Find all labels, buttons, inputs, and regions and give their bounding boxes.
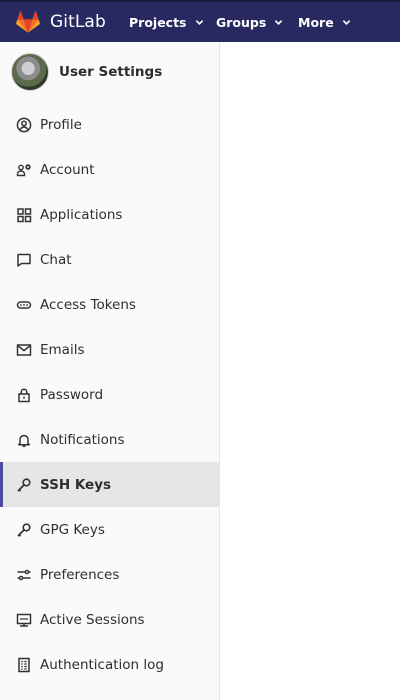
sidebar-item-label: Account [40,161,95,178]
sidebar-item-label: Profile [40,116,82,133]
settings-sidebar: User Settings Profile Account Applicatio… [0,42,220,700]
gpg-key-icon [16,522,32,538]
sidebar-item-emails[interactable]: Emails [0,327,219,372]
sidebar-title: User Settings [59,64,163,80]
brand-name: GitLab [50,12,106,32]
preferences-icon [16,567,32,583]
groups-label: Groups [216,14,267,30]
sidebar-item-ssh-keys[interactable]: SSH Keys [0,462,219,507]
sidebar-item-access-tokens[interactable]: Access Tokens [0,282,219,327]
sidebar-item-label: Active Sessions [40,611,145,628]
profile-icon [16,117,32,133]
ssh-key-icon [16,477,32,493]
password-icon [16,387,32,403]
account-icon [16,162,32,178]
projects-dropdown[interactable]: Projects [129,2,204,42]
sidebar-item-label: Chat [40,251,72,268]
authentication-log-icon [16,657,32,673]
sidebar-item-applications[interactable]: Applications [0,192,219,237]
avatar [11,53,49,91]
chevron-down-icon [195,19,203,25]
more-dropdown[interactable]: More [298,2,351,42]
chevron-down-icon [275,19,283,25]
sidebar-item-preferences[interactable]: Preferences [0,552,219,597]
sidebar-header[interactable]: User Settings [0,42,219,102]
sidebar-item-label: Authentication log [40,656,164,673]
chat-icon [16,252,32,268]
projects-label: Projects [129,14,187,30]
sidebar-item-active-sessions[interactable]: Active Sessions [0,597,219,642]
groups-dropdown[interactable]: Groups [216,2,283,42]
sidebar-item-label: Notifications [40,431,125,448]
sidebar-item-gpg-keys[interactable]: GPG Keys [0,507,219,552]
main-content [221,42,400,700]
applications-icon [16,207,32,223]
sidebar-item-profile[interactable]: Profile [0,102,219,147]
emails-icon [16,342,32,358]
chevron-down-icon [342,19,350,25]
access-tokens-icon [16,297,32,313]
notifications-icon [16,432,32,448]
sidebar-item-label: GPG Keys [40,521,105,538]
active-sessions-icon [16,612,32,628]
sidebar-item-chat[interactable]: Chat [0,237,219,282]
sidebar-item-password[interactable]: Password [0,372,219,417]
sidebar-item-label: Password [40,386,104,403]
more-label: More [298,14,334,30]
sidebar-item-label: Preferences [40,566,120,583]
gitlab-home-link[interactable]: GitLab [16,2,106,42]
sidebar-item-label: SSH Keys [40,476,112,493]
sidebar-item-label: Access Tokens [40,296,136,313]
sidebar-item-authentication-log[interactable]: Authentication log [0,642,219,687]
sidebar-item-notifications[interactable]: Notifications [0,417,219,462]
settings-menu: Profile Account Applications Chat Access… [0,102,219,687]
top-navbar: GitLab Projects Groups More [0,0,400,42]
gitlab-logo-icon [16,11,40,33]
sidebar-item-label: Emails [40,341,85,358]
sidebar-item-label: Applications [40,206,123,223]
sidebar-item-account[interactable]: Account [0,147,219,192]
